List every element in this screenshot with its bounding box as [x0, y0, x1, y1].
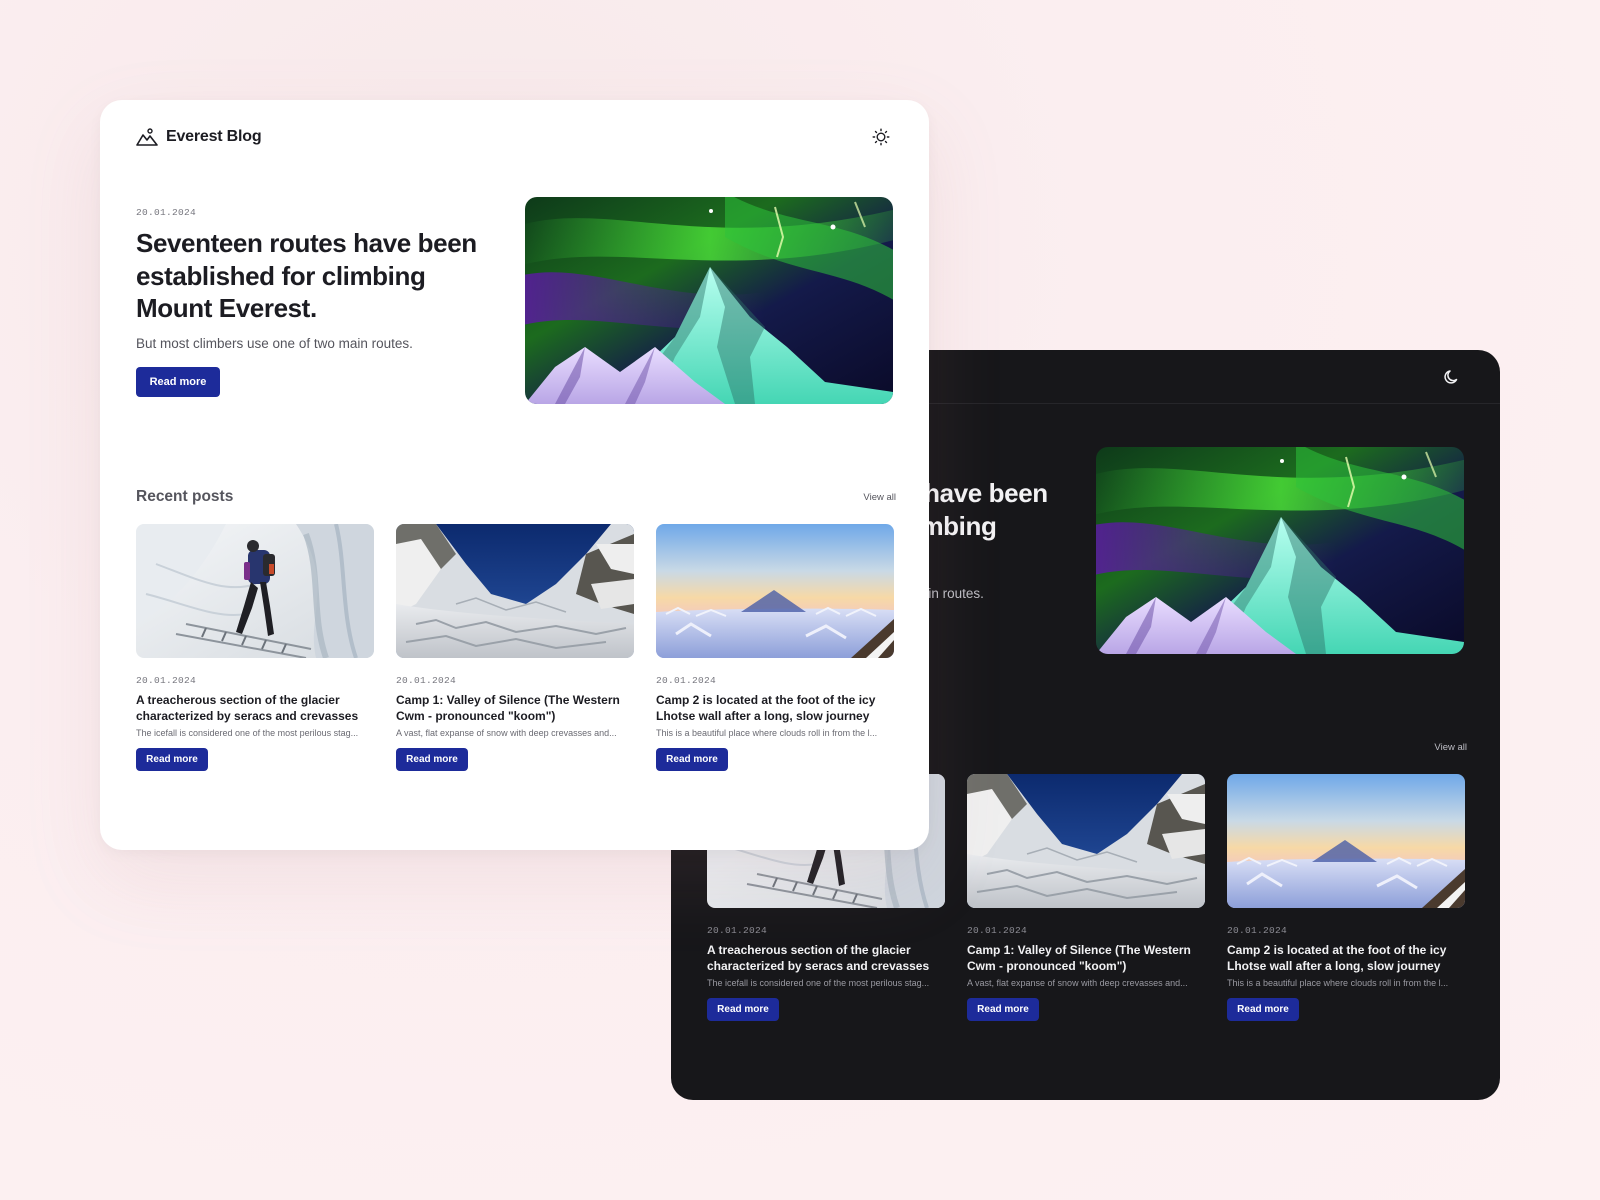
post-thumbnail[interactable] [396, 524, 634, 658]
post-title[interactable]: Camp 1: Valley of Silence (The Western C… [967, 943, 1205, 974]
post-card[interactable]: 20.01.2024 Camp 1: Valley of Silence (Th… [967, 774, 1205, 1021]
post-excerpt: The icefall is considered one of the mos… [707, 978, 930, 988]
post-read-more-button[interactable]: Read more [656, 748, 728, 771]
post-card[interactable]: 20.01.2024 A treacherous section of the … [136, 524, 374, 771]
view-all-link[interactable]: View all [1434, 742, 1467, 753]
theme-toggle-button[interactable] [1440, 365, 1464, 389]
post-thumbnail[interactable] [656, 524, 894, 658]
moon-icon [1443, 368, 1461, 386]
post-excerpt: A vast, flat expanse of snow with deep c… [967, 978, 1188, 988]
post-card[interactable]: 20.01.2024 Camp 2 is located at the foot… [1227, 774, 1465, 1021]
hero-subtitle: But most climbers use one of two main ro… [136, 335, 413, 351]
post-excerpt: This is a beautiful place where clouds r… [1227, 978, 1449, 988]
post-read-more-button[interactable]: Read more [396, 748, 468, 771]
hero: 20.01.2024 Seventeen routes have been es… [136, 197, 896, 405]
post-title[interactable]: Camp 1: Valley of Silence (The Western C… [396, 693, 634, 724]
post-read-more-button[interactable]: Read more [136, 748, 208, 771]
post-thumbnail[interactable] [136, 524, 374, 658]
hero-image[interactable] [1096, 447, 1464, 654]
header: Everest Blog [136, 118, 893, 156]
post-read-more-button[interactable]: Read more [707, 998, 779, 1021]
post-card[interactable]: 20.01.2024 Camp 2 is located at the foot… [656, 524, 894, 771]
light-mode-frame: Everest Blog 20.01.2024 Seventeen routes… [100, 100, 929, 850]
recent-posts-title: Recent posts [136, 488, 234, 505]
post-excerpt: This is a beautiful place where clouds r… [656, 728, 878, 738]
post-excerpt: A vast, flat expanse of snow with deep c… [396, 728, 617, 738]
brand-name: Everest Blog [166, 128, 262, 145]
brand[interactable]: Everest Blog [136, 128, 262, 146]
post-thumbnail[interactable] [967, 774, 1205, 908]
post-title[interactable]: Camp 2 is located at the foot of the icy… [1227, 943, 1465, 974]
post-date: 20.01.2024 [1227, 925, 1288, 936]
post-excerpt: The icefall is considered one of the mos… [136, 728, 359, 738]
theme-toggle-button[interactable] [869, 125, 893, 149]
mountain-icon [136, 128, 158, 146]
post-date: 20.01.2024 [396, 675, 457, 686]
post-title[interactable]: A treacherous section of the glacier cha… [707, 943, 945, 974]
post-date: 20.01.2024 [707, 925, 768, 936]
post-thumbnail[interactable] [1227, 774, 1465, 908]
post-read-more-button[interactable]: Read more [1227, 998, 1299, 1021]
post-read-more-button[interactable]: Read more [967, 998, 1039, 1021]
hero-title: Seventeen routes have been established f… [136, 228, 477, 323]
post-date: 20.01.2024 [136, 675, 197, 686]
hero-read-more-button[interactable]: Read more [136, 366, 220, 397]
hero-image[interactable] [525, 197, 893, 404]
post-title[interactable]: Camp 2 is located at the foot of the icy… [656, 693, 894, 724]
view-all-link[interactable]: View all [863, 492, 896, 503]
post-card[interactable]: 20.01.2024 Camp 1: Valley of Silence (Th… [396, 524, 634, 771]
hero-date: 20.01.2024 [136, 207, 197, 218]
post-date: 20.01.2024 [656, 675, 717, 686]
sun-icon [872, 128, 890, 146]
post-title[interactable]: A treacherous section of the glacier cha… [136, 693, 374, 724]
post-date: 20.01.2024 [967, 925, 1028, 936]
recent-posts: Recent posts View all 20.01.2024 A treac… [136, 485, 896, 771]
